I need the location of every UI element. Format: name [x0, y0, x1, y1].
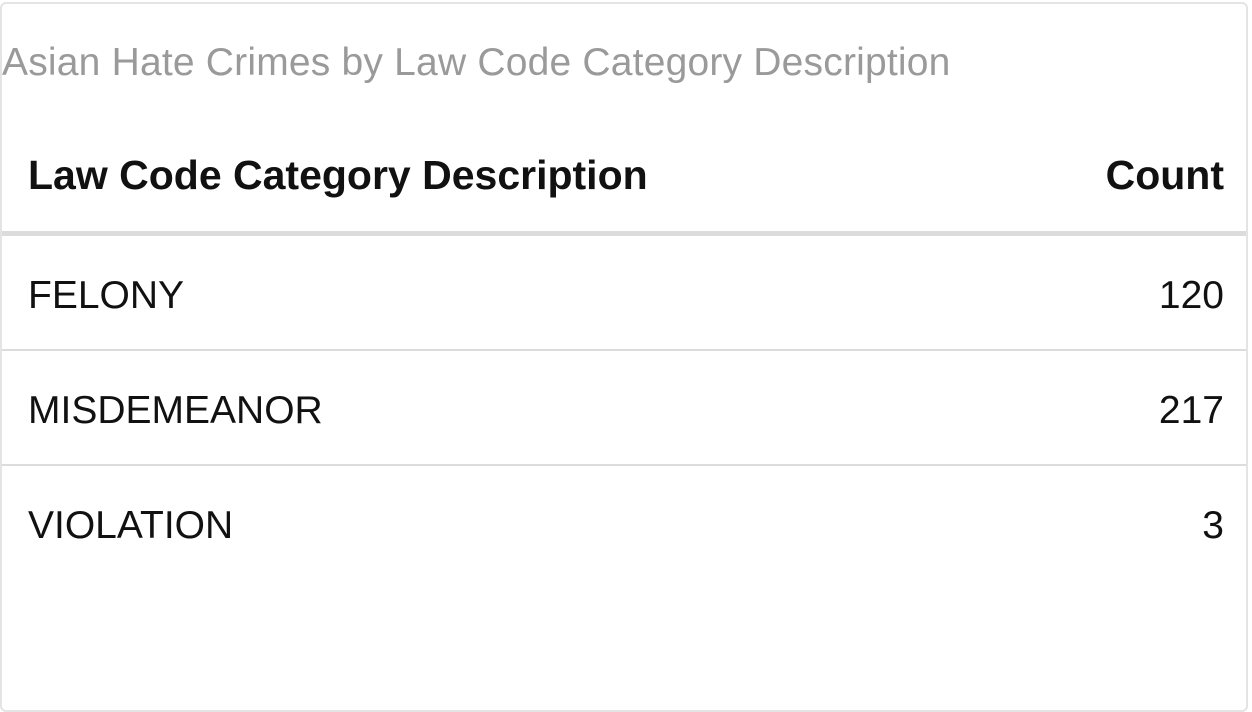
table-card: Asian Hate Crimes by Law Code Category D…: [0, 2, 1248, 712]
data-table: Law Code Category Description Count FELO…: [2, 130, 1246, 581]
table-row: MISDEMEANOR 217: [2, 351, 1246, 466]
table-row: VIOLATION 3: [2, 466, 1246, 581]
category-cell: VIOLATION: [28, 504, 234, 547]
count-cell: 217: [1158, 389, 1224, 432]
count-cell: 3: [1202, 504, 1224, 547]
column-header-count[interactable]: Count: [1106, 150, 1224, 200]
category-cell: MISDEMEANOR: [28, 389, 323, 432]
column-header-category[interactable]: Law Code Category Description: [28, 150, 648, 200]
category-cell: FELONY: [28, 274, 185, 317]
table-row: FELONY 120: [2, 236, 1246, 351]
table-title: Asian Hate Crimes by Law Code Category D…: [2, 41, 951, 84]
table-header-row: Law Code Category Description Count: [2, 130, 1246, 236]
count-cell: 120: [1158, 274, 1224, 317]
